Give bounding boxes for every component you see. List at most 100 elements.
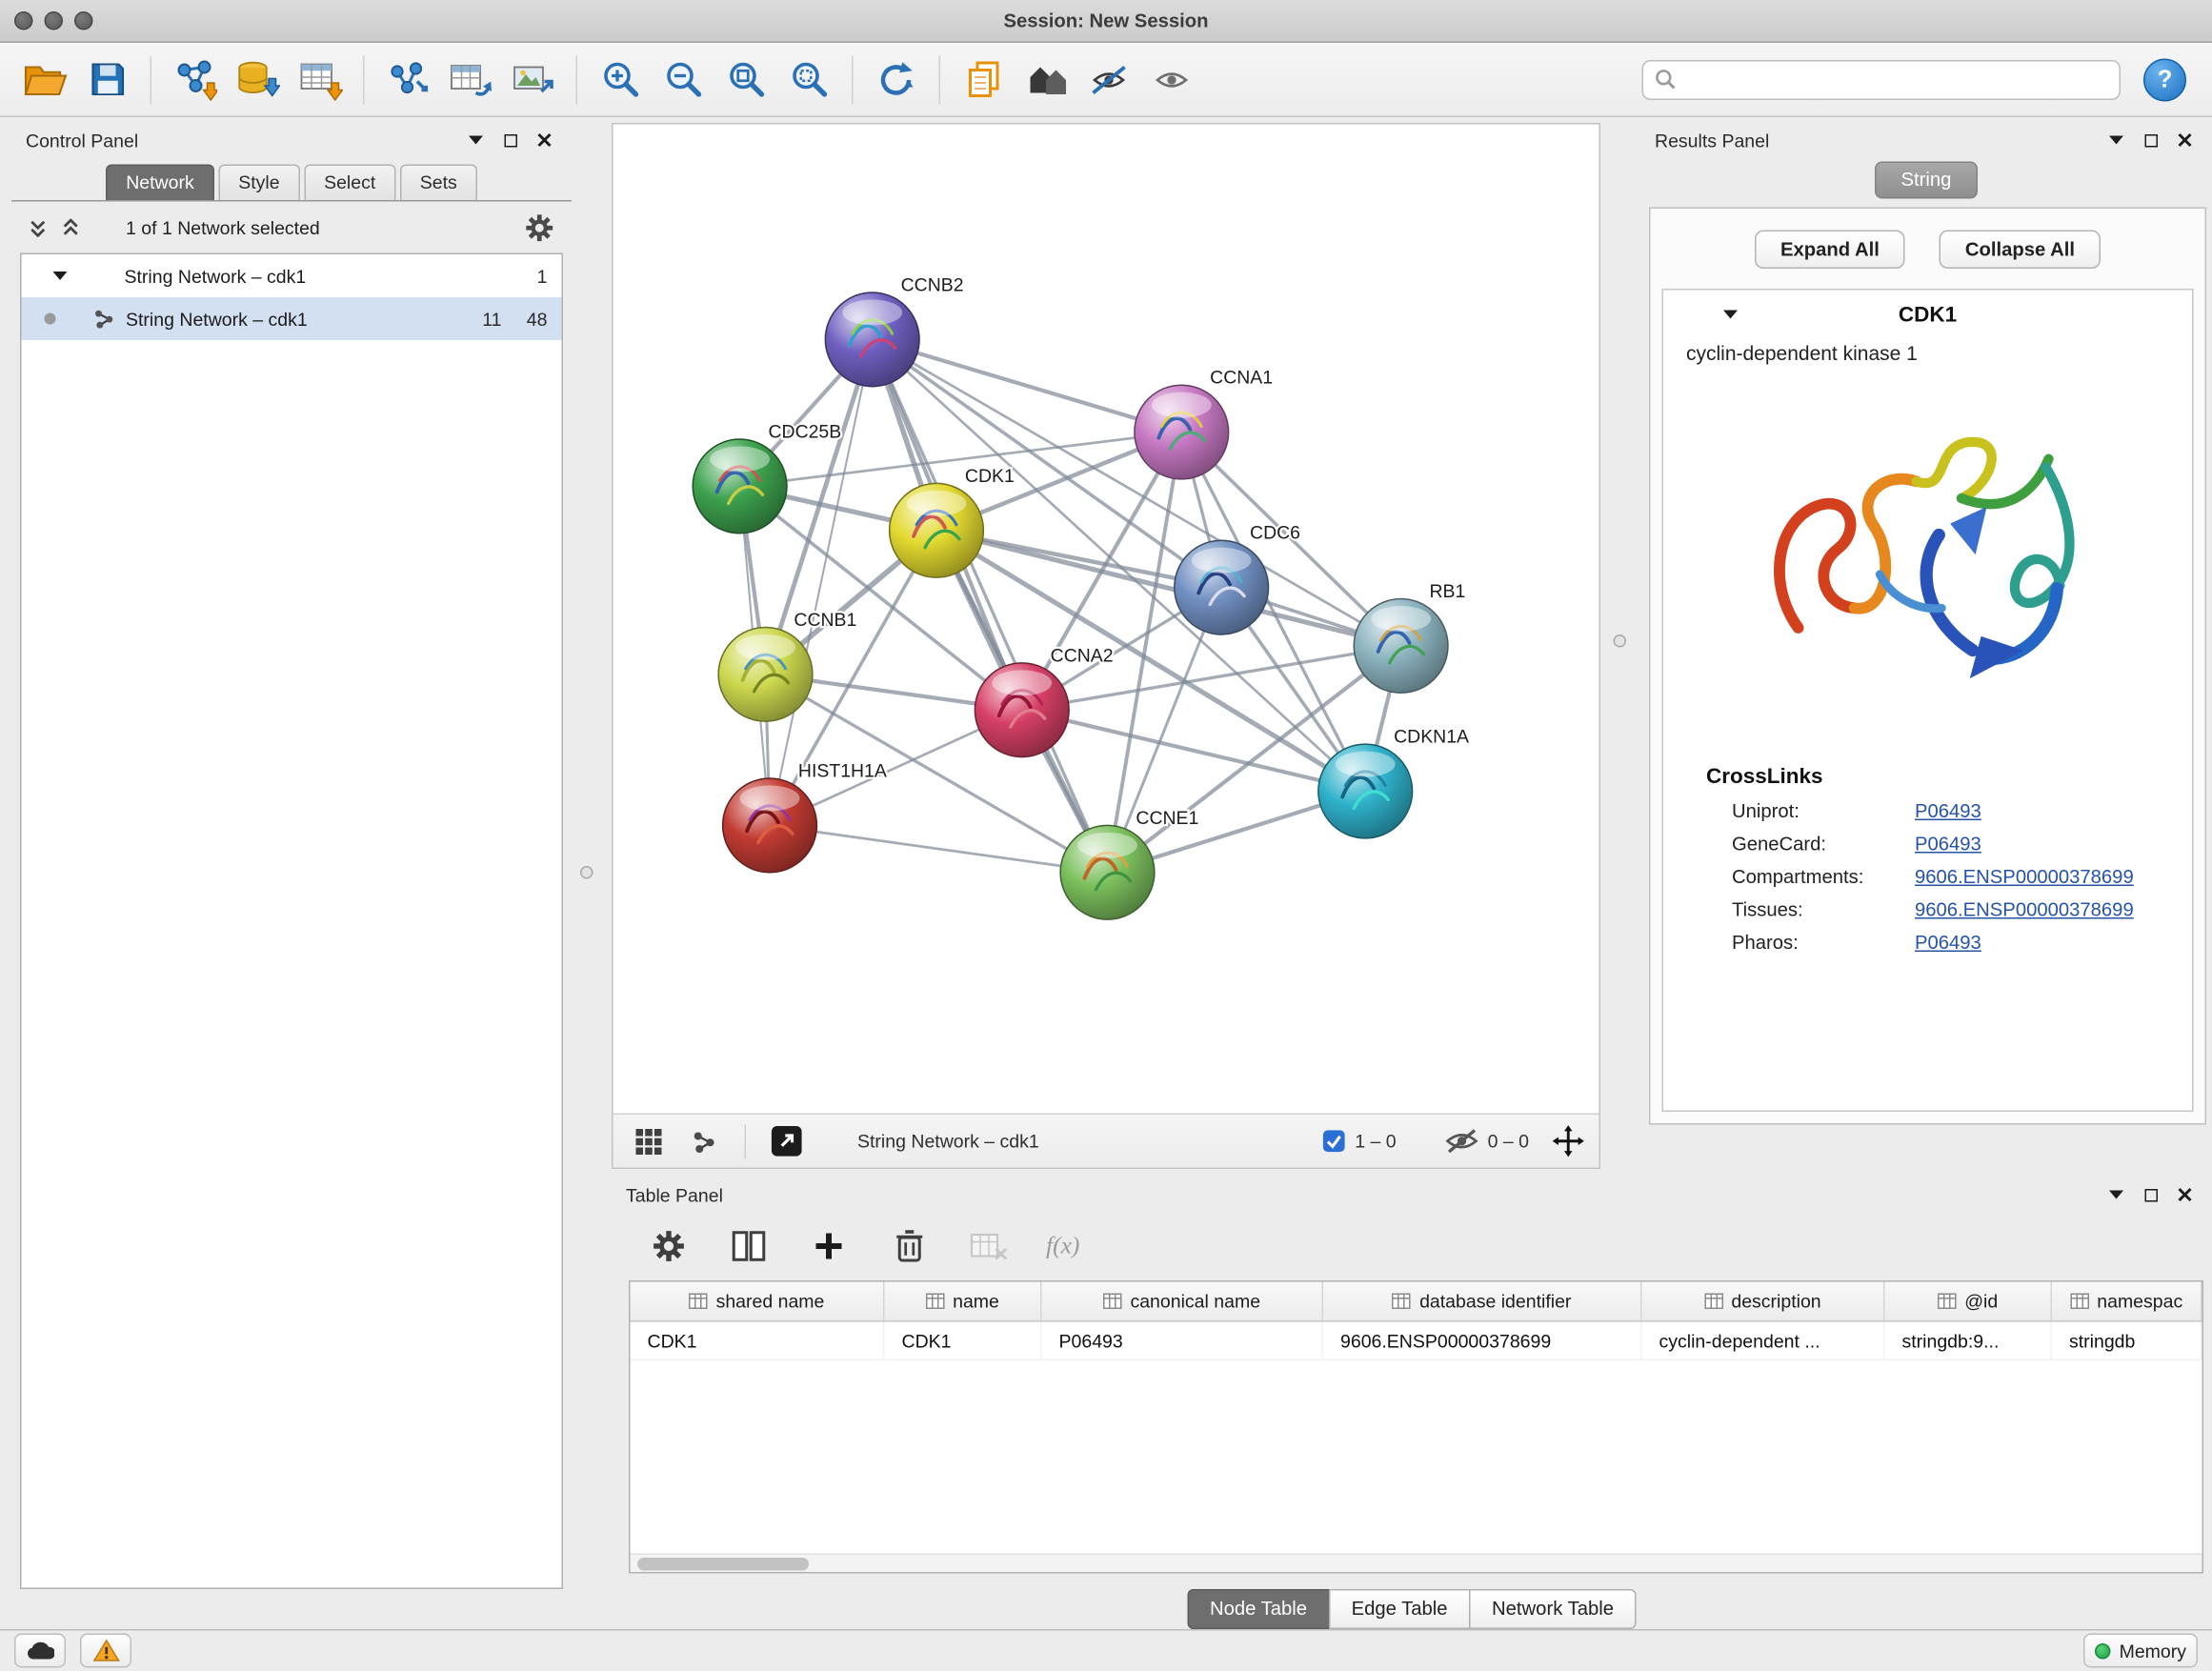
network-node-RB1[interactable]: RB1 [1354,581,1465,693]
control-panel-close-button[interactable] [532,128,557,153]
network-edge[interactable] [770,825,1107,872]
crosslink-label: Tissues: [1732,899,1915,921]
tab-select[interactable]: Select [304,165,395,201]
import-network-file-button[interactable] [165,50,225,110]
network-graph[interactable]: CCNB2CCNA1CDC25BCDK1CDC6RB1CCNB1CCNA2CDK… [613,125,1599,1114]
tab-network-table[interactable]: Network Table [1469,1589,1637,1629]
network-edge[interactable] [770,339,873,825]
birds-eye-view-button[interactable] [628,1121,671,1161]
gene-section-expander-icon[interactable] [1723,311,1738,319]
export-network-button[interactable] [765,1121,808,1161]
network-node-CCNB2[interactable]: CCNB2 [825,274,963,386]
column-header-database-identifier[interactable]: database identifier [1323,1282,1642,1321]
share-network-button[interactable] [683,1121,726,1161]
zoom-fit-button[interactable] [716,50,776,110]
cloud-status-button[interactable] [14,1634,66,1668]
tab-edge-table[interactable]: Edge Table [1329,1589,1471,1629]
show-details-button[interactable] [1142,50,1202,110]
column-header-description[interactable]: description [1642,1282,1885,1321]
uniprot-link[interactable]: P06493 [1915,800,1981,822]
delete-column-button[interactable] [886,1223,932,1269]
column-header-canonical-name[interactable]: canonical name [1042,1282,1324,1321]
network-node-CDK1[interactable]: CDK1 [890,466,1015,577]
scrollbar-thumb[interactable] [637,1557,809,1570]
network-edge[interactable] [936,531,1401,646]
table-panel-float-button[interactable] [2138,1182,2163,1208]
column-header-name[interactable]: name [885,1282,1042,1321]
results-panel-close-button[interactable] [2172,128,2198,153]
zoom-out-button[interactable] [654,50,714,110]
expand-all-icon[interactable] [62,218,81,237]
network-collection-row[interactable]: String Network – cdk1 1 [22,254,562,297]
delete-table-button[interactable] [966,1223,1012,1269]
network-node-HIST1H1A[interactable]: HIST1H1A [723,761,887,873]
clone-network-button[interactable] [440,50,500,110]
cloud-icon [26,1641,54,1661]
collapse-all-icon[interactable] [29,218,48,237]
memory-button[interactable]: Memory [2083,1634,2198,1668]
save-session-button[interactable] [77,50,137,110]
copy-page-button[interactable] [954,50,1014,110]
create-column-button[interactable] [806,1223,852,1269]
collapse-all-button[interactable]: Collapse All [1940,231,2101,270]
zoom-selected-button[interactable] [779,50,839,110]
pan-crosshair-icon[interactable] [1552,1125,1585,1158]
import-table-file-button[interactable] [291,50,351,110]
show-columns-button[interactable] [726,1223,772,1269]
show-panels-button[interactable] [1016,50,1076,110]
cell-id[interactable]: stringdb:9... [1885,1322,2053,1359]
new-network-button[interactable] [377,50,437,110]
collection-expander-icon[interactable] [53,272,68,280]
expand-all-button[interactable]: Expand All [1755,231,1905,270]
network-row[interactable]: String Network – cdk1 11 48 [22,297,562,340]
results-tab-string[interactable]: String [1876,162,1978,199]
cell-namespace[interactable]: stringdb [2052,1322,2202,1359]
hidden-eye-slash-icon[interactable] [1445,1128,1479,1156]
tab-sets[interactable]: Sets [400,165,477,201]
tissues-link[interactable]: 9606.ENSP00000378699 [1915,899,2134,921]
selected-checkbox-icon[interactable] [1322,1129,1347,1154]
cell-database-identifier[interactable]: 9606.ENSP00000378699 [1323,1322,1642,1359]
tab-style[interactable]: Style [218,165,299,201]
tab-network[interactable]: Network [106,165,214,201]
column-header-namespace[interactable]: namespac [2052,1282,2202,1321]
pharos-link[interactable]: P06493 [1915,932,1981,954]
function-builder-button[interactable]: f(x) [1046,1232,1079,1260]
search-input[interactable] [1685,69,2108,91]
network-node-CCNA1[interactable]: CCNA1 [1135,368,1273,479]
import-network-database-button[interactable] [228,50,288,110]
network-edge[interactable] [873,339,1182,432]
network-node-CCNB1[interactable]: CCNB1 [718,610,856,721]
results-panel-float-button[interactable] [2138,128,2163,153]
apply-layout-button[interactable] [866,50,926,110]
column-header-id[interactable]: @id [1885,1282,2053,1321]
column-header-shared-name[interactable]: shared name [631,1282,885,1321]
cell-shared-name[interactable]: CDK1 [631,1322,885,1359]
control-panel-float-button[interactable] [497,128,523,153]
compartments-link[interactable]: 9606.ENSP00000378699 [1915,866,2134,888]
right-splitter[interactable] [1600,123,1640,1169]
export-image-button[interactable] [503,50,563,110]
control-panel-menu-button[interactable] [463,128,489,153]
table-panel-menu-button[interactable] [2103,1182,2129,1208]
network-edge[interactable] [873,339,1108,872]
cell-description[interactable]: cyclin-dependent ... [1642,1322,1885,1359]
network-edge[interactable] [1022,710,1365,791]
network-node-CCNA2[interactable]: CCNA2 [975,645,1113,756]
network-canvas[interactable]: CCNB2CCNA1CDC25BCDK1CDC6RB1CCNB1CCNA2CDK… [613,125,1599,1114]
table-settings-button[interactable] [646,1223,692,1269]
left-splitter[interactable] [572,123,612,1630]
help-button[interactable]: ? [2143,58,2186,101]
cell-name[interactable]: CDK1 [885,1322,1042,1359]
tab-node-table[interactable]: Node Table [1187,1589,1330,1629]
cell-canonical-name[interactable]: P06493 [1042,1322,1324,1359]
open-session-button[interactable] [14,50,74,110]
genecard-link[interactable]: P06493 [1915,834,1981,856]
zoom-in-button[interactable] [591,50,651,110]
warnings-button[interactable] [80,1634,131,1668]
hide-details-button[interactable] [1079,50,1139,110]
table-horizontal-scrollbar[interactable] [631,1554,2202,1573]
network-options-gear-icon[interactable] [525,212,555,243]
table-panel-close-button[interactable] [2172,1182,2198,1208]
results-panel-menu-button[interactable] [2103,128,2129,153]
